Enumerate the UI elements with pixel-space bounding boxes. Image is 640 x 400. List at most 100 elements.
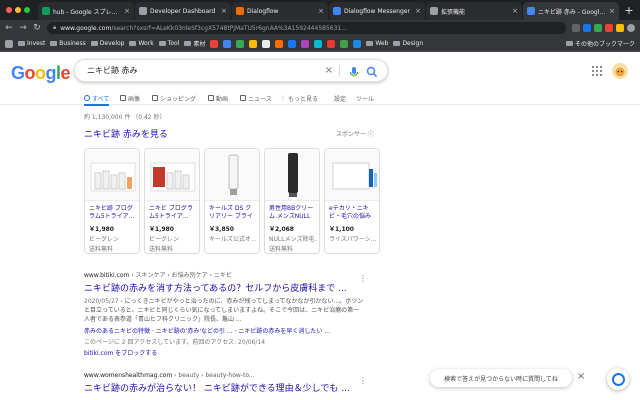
close-tab-icon[interactable]: × — [318, 7, 324, 15]
browser-tab[interactable]: Dialogflow × — [232, 2, 328, 20]
product-image — [145, 149, 199, 201]
tab-label: ニュース — [248, 95, 272, 103]
browser-tab[interactable]: ニキビ跡 赤み - Google 検...× — [523, 2, 619, 20]
result-sitelinks[interactable]: 赤みのあるニキビの特徴 · ニキビ跡の'赤み'などの引 ... · ニキビ跡の赤… — [84, 326, 364, 335]
bookmark-shortcut[interactable] — [223, 39, 232, 48]
tab-title: Dialogflow — [247, 7, 279, 15]
reload-icon[interactable]: ↻ — [33, 23, 41, 33]
maximize-window-button[interactable] — [24, 7, 30, 13]
bookmark-folder-work[interactable]: Work — [129, 40, 154, 47]
tab-news[interactable]: ニュース — [240, 91, 272, 105]
apps-shortcut-icon[interactable] — [5, 39, 13, 48]
product-card[interactable]: 男性用BBクリーム メンズNULL ￥2,068 NULLメンズ除毛... 送料… — [264, 148, 320, 254]
block-site-link[interactable]: bitiki.com をブロックする — [84, 348, 364, 357]
search-box[interactable]: ニキビ跡 赤み × — [74, 59, 388, 82]
result-title[interactable]: ニキビ跡の赤みを消す方法ってあるの？セルフから皮膚科まで ... — [84, 281, 364, 294]
tab-label: もっと見る — [288, 95, 319, 103]
tab-tools[interactable]: ツール — [356, 91, 374, 105]
close-tab-icon[interactable]: × — [221, 7, 227, 15]
browser-tab[interactable]: Developer Dashboard × — [135, 2, 231, 20]
profile-icon[interactable] — [627, 24, 635, 32]
product-card[interactable]: ニキビ プログラム5トライア... ￥1,980 ビーグレン 送料無料 — [144, 148, 200, 254]
bookmark-label: Business — [59, 40, 86, 47]
bookmark-label: Design — [402, 40, 424, 47]
google-apps-icon[interactable] — [592, 66, 602, 76]
google-logo[interactable]: Google — [11, 63, 71, 84]
close-tab-icon[interactable]: × — [609, 7, 615, 15]
close-window-button[interactable] — [6, 7, 12, 13]
minimize-window-button[interactable] — [15, 7, 21, 13]
sponsor-label[interactable]: スポンサー ⓘ — [336, 129, 374, 138]
result-options-icon[interactable]: ⋮ — [359, 274, 367, 283]
bookmark-folder-tool[interactable]: Tool — [158, 40, 179, 47]
extension-icon[interactable] — [594, 24, 602, 32]
logo-letter: g — [45, 63, 57, 83]
favicon-icon — [430, 7, 438, 15]
tab-images[interactable]: 画像 — [120, 91, 140, 105]
bookmark-shortcut[interactable] — [262, 39, 271, 48]
product-price: ￥2,068 — [269, 226, 294, 233]
bookmark-shortcut[interactable] — [249, 39, 258, 48]
tab-all[interactable]: すべて — [84, 91, 110, 106]
url-omnibox[interactable]: 🔒︎ www.google.com/search?sxsrf=ALeKk03nl… — [47, 22, 566, 34]
browser-tab[interactable]: Dialogflow Messenger × — [329, 2, 425, 20]
bookmark-shortcut[interactable] — [327, 39, 336, 48]
bookmark-folder-develop[interactable]: Develop — [90, 40, 124, 47]
bookmark-shortcut[interactable] — [301, 39, 310, 48]
bookmark-folder-sozai[interactable]: 素材 — [184, 39, 205, 48]
bookmark-folder-design[interactable]: Design — [393, 40, 423, 47]
folder-icon — [393, 41, 401, 46]
back-icon[interactable]: ← — [5, 23, 13, 33]
product-store: キールズ公式オ... — [209, 236, 256, 243]
folder-icon — [129, 41, 137, 46]
tab-shopping[interactable]: ショッピング — [152, 91, 196, 105]
shopping-ads-title[interactable]: ニキビ跡 赤みを見る — [84, 127, 168, 140]
result-url[interactable]: www.womenshealthmag.com › beauty › beaut… — [84, 372, 364, 379]
logo-letter: e — [60, 63, 71, 83]
chat-prompt-bubble[interactable]: 検索で答えが見つからない時に質問してね — [430, 369, 572, 387]
extension-icon[interactable] — [572, 24, 580, 32]
bookmark-folder-business[interactable]: Business — [50, 40, 86, 47]
extension-icon[interactable] — [583, 24, 591, 32]
close-tab-icon[interactable]: × — [415, 7, 421, 15]
bookmark-shortcut[interactable] — [210, 39, 219, 48]
product-card[interactable]: ニキビ跡 プログラム5トライア... ￥1,980 ビーグレン 送料無料 — [84, 148, 140, 254]
tab-settings[interactable]: 設定 — [334, 91, 346, 105]
close-tab-icon[interactable]: × — [124, 7, 130, 15]
tab-videos[interactable]: 動画 — [208, 91, 228, 105]
result-description: - にっくきニキビがやっと治ったのに、赤みが残ってしまってなかなか引かない...… — [84, 298, 364, 323]
clear-search-icon[interactable]: × — [319, 65, 340, 76]
microphone-icon[interactable] — [347, 64, 361, 78]
bookmark-shortcut[interactable] — [353, 39, 362, 48]
bookmark-folder-web[interactable]: Web — [366, 40, 388, 47]
result-options-icon[interactable]: ⋮ — [359, 376, 367, 385]
bookmark-shortcut[interactable] — [236, 39, 245, 48]
bookmark-shortcut[interactable] — [340, 39, 349, 48]
browser-tab[interactable]: 拡張機能 × — [426, 2, 522, 20]
product-carousel: ニキビ跡 プログラム5トライア... ￥1,980 ビーグレン 送料無料 ニキビ… — [84, 148, 380, 254]
product-card[interactable]: キールズ DS クリアリー ブライトエ... ￥3,850 キールズ公式オ... — [204, 148, 260, 254]
bookmark-shortcut[interactable] — [275, 39, 284, 48]
result-snippet: 2020/05/27 - にっくきニキビがやっと治ったのに、赤みが残ってしまって… — [84, 297, 364, 324]
result-title[interactable]: ニキビ跡の赤みが治らない！ ニキビ跡ができる理由＆少しでも ... — [84, 381, 364, 394]
folder-icon — [90, 41, 98, 46]
close-icon[interactable]: × — [577, 371, 585, 382]
browser-tab[interactable]: hub - Google スプレッドシ...× — [38, 2, 134, 20]
bookmark-folder-invest[interactable]: Invest — [18, 40, 45, 47]
close-tab-icon[interactable]: × — [512, 7, 518, 15]
account-avatar[interactable] — [612, 63, 628, 79]
product-image — [205, 149, 259, 201]
search-icon[interactable] — [365, 64, 379, 78]
tab-more[interactable]: ⋮ もっと見る — [280, 91, 318, 105]
new-tab-button[interactable]: + — [620, 2, 638, 20]
bookmark-shortcut[interactable] — [314, 39, 323, 48]
extension-icon[interactable] — [605, 24, 613, 32]
chat-launcher-button[interactable] — [607, 368, 629, 390]
forward-icon[interactable]: → — [19, 23, 27, 33]
bookmark-shortcut[interactable] — [288, 39, 297, 48]
other-bookmarks-folder[interactable]: その他のブックマーク — [565, 39, 635, 48]
extension-icon[interactable] — [616, 24, 624, 32]
search-input[interactable]: ニキビ跡 赤み — [87, 65, 319, 76]
product-card[interactable]: eテカリ・ニキビ・毛穴の悩み ￥1,100 ライスパワーシ... — [324, 148, 380, 254]
result-url[interactable]: www.bitiki.com › スキンケア › お悩み別ケア › ニキビ — [84, 270, 364, 279]
